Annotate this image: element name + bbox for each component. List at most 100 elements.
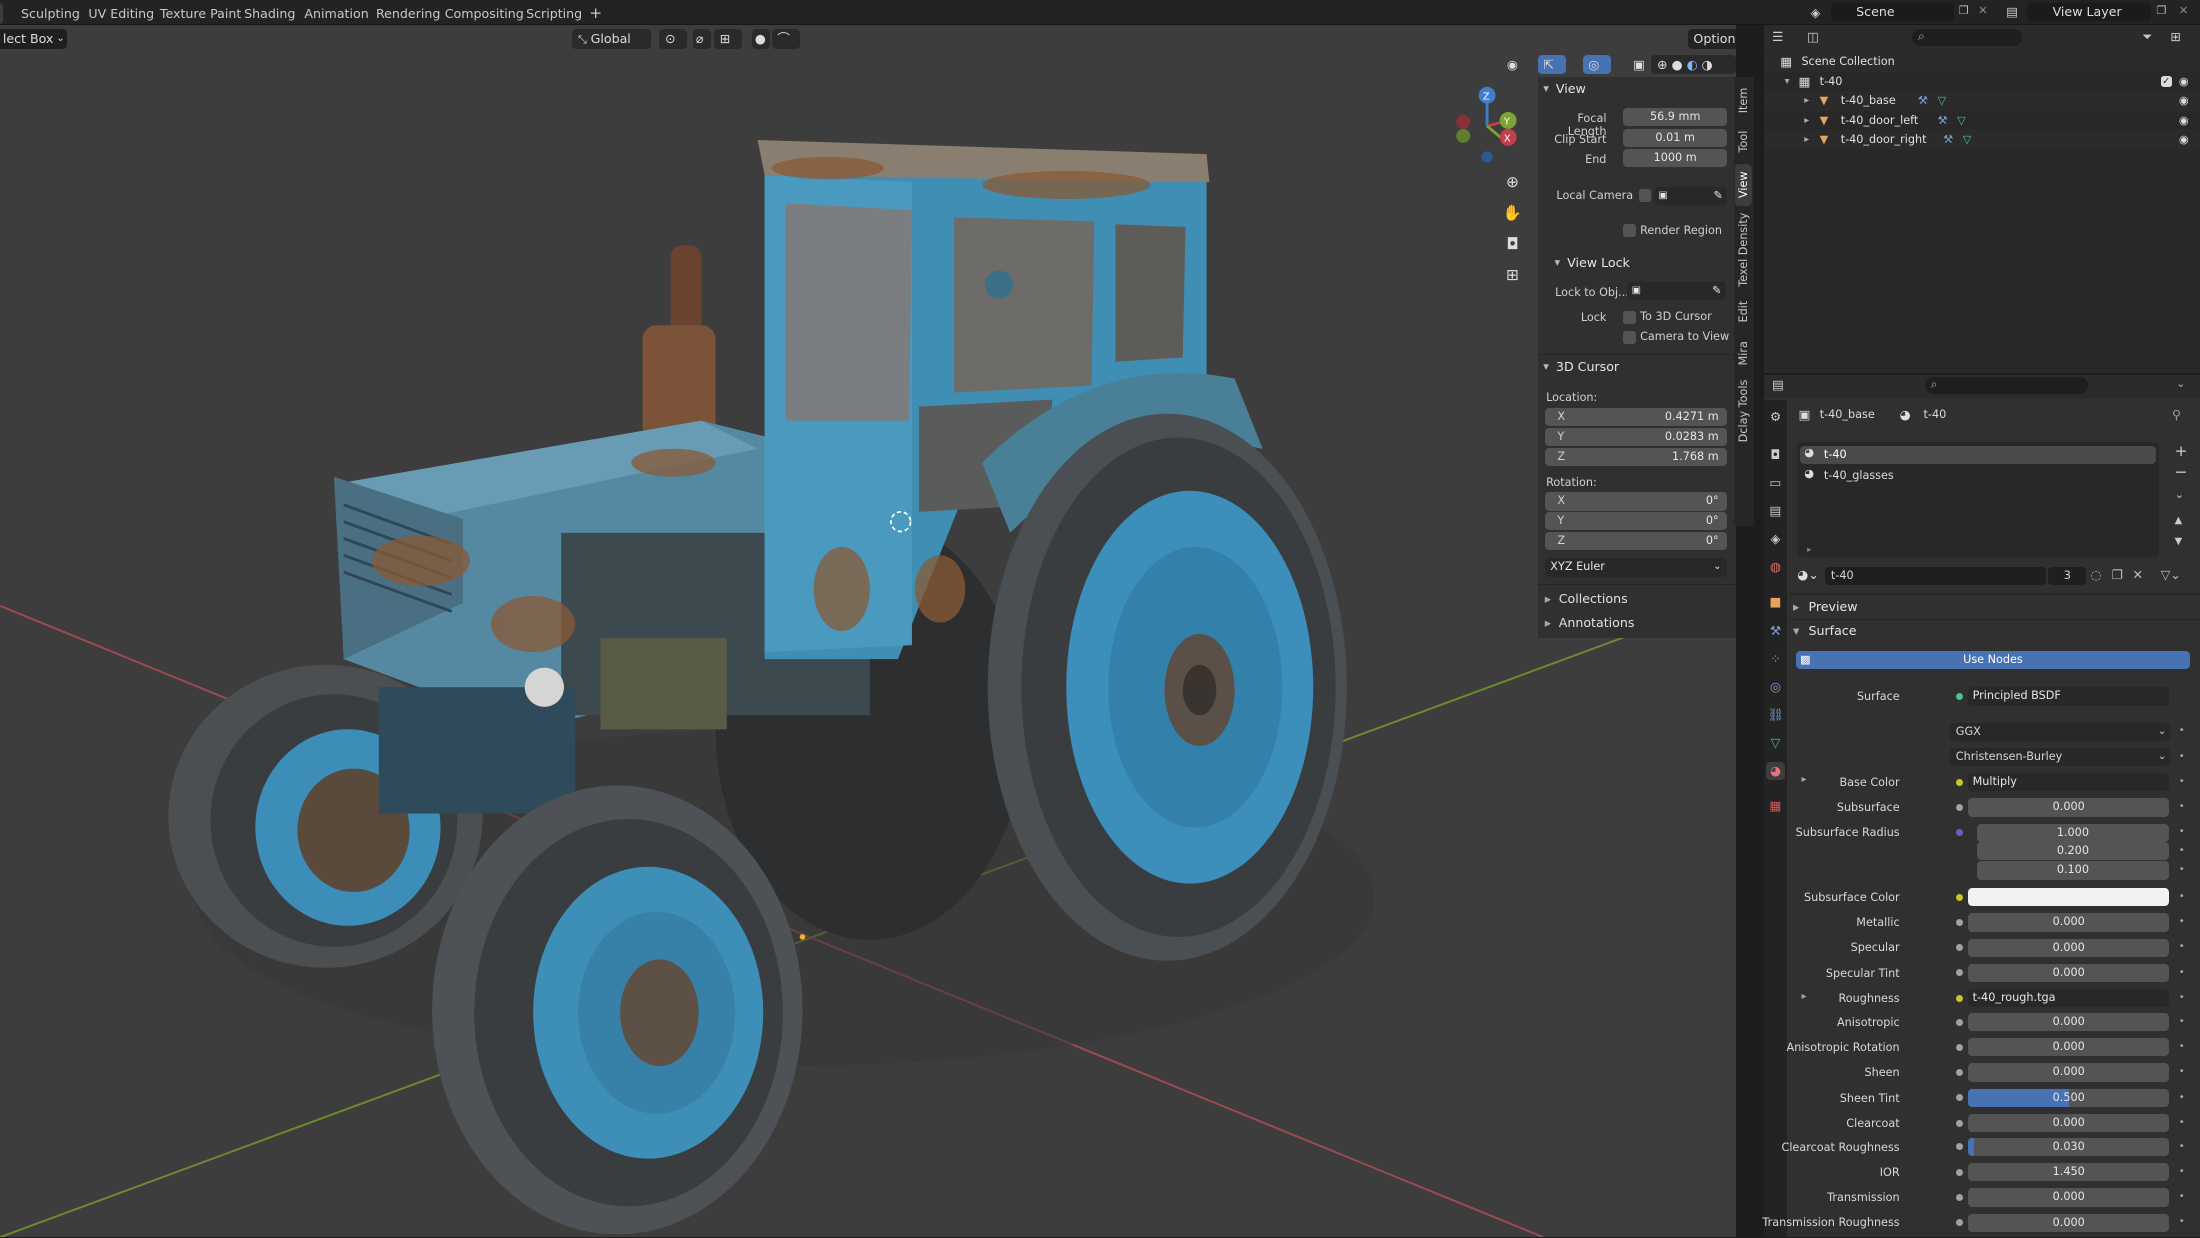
input-socket-icon[interactable] (1955, 1219, 1963, 1227)
tool-tab-icon[interactable]: ⚙ (1766, 408, 1784, 426)
eye-icon[interactable]: ◉ (2179, 72, 2189, 92)
material-slot[interactable]: ◕ t-40_glasses (1800, 467, 2156, 485)
cursor-rot-z-field[interactable]: Z 0° (1544, 531, 1728, 550)
modifier-wrench-icon[interactable]: ⚒ (1943, 130, 1953, 150)
camera-view-icon[interactable]: ◘ (1500, 231, 1525, 256)
input-value-field[interactable]: 0.200 (1976, 841, 2170, 861)
proportional-edit-icon[interactable]: ● (752, 29, 771, 50)
falloff-icon[interactable]: ⌒ (771, 29, 800, 50)
rotation-mode-dropdown[interactable]: XYZ Euler ⌄ (1544, 558, 1728, 577)
input-value-field[interactable]: 0.100 (1976, 861, 2170, 880)
cursor-x-field[interactable]: X 0.4271 m (1544, 408, 1728, 427)
tab-item[interactable]: Item (1735, 81, 1752, 120)
outliner-row-object[interactable]: ▸ ▼ t-40_base ⚒ ▽ ◉ (1763, 91, 2200, 111)
surface-shader-field[interactable]: Principled BSDF (1968, 687, 2170, 706)
input-value-field[interactable]: 0.000 (1968, 938, 2170, 957)
view-object-types-icon[interactable]: ◉ (1501, 55, 1529, 75)
new-collection-icon[interactable]: ⊞ (2170, 29, 2181, 44)
tab-mira[interactable]: Mira (1735, 335, 1752, 371)
overlay-toggle-icon[interactable]: ◎ (1582, 54, 1611, 75)
subsurface-color-swatch[interactable] (1968, 888, 2170, 907)
render-tab-icon[interactable]: ◘ (1766, 446, 1784, 464)
annotations-panel-header[interactable]: Annotations (1540, 615, 1635, 630)
local-camera-field[interactable]: ▣ ✎ (1654, 186, 1728, 205)
keyframe-dot[interactable]: • (2179, 1191, 2185, 1202)
scene-icon[interactable]: ◈ (1807, 4, 1824, 21)
mesh-data-icon[interactable]: ▽ (1957, 111, 1966, 131)
duplicate-material-icon[interactable]: ❐ (2112, 567, 2123, 582)
eyedropper-icon[interactable]: ✎ (1713, 187, 1722, 205)
remove-slot-icon[interactable]: − (2175, 463, 2188, 481)
cursor-z-field[interactable]: Z 1.768 m (1544, 447, 1728, 466)
input-value-field[interactable]: 0.000 (1968, 963, 2170, 983)
material-name-field[interactable]: t-40 (1825, 566, 2046, 586)
snap-toggle-icon[interactable]: ⌀ (693, 29, 712, 50)
tab-edit[interactable]: Edit (1735, 293, 1752, 329)
mesh-data-icon[interactable]: ▽ (1963, 130, 1972, 150)
editor-type-icon[interactable]: ☰ (1772, 29, 1783, 44)
texture-tab-icon[interactable]: ▦ (1766, 797, 1784, 815)
input-value-field[interactable]: 0.000 (1968, 1063, 2170, 1082)
input-value-field[interactable]: 0.000 (1968, 1188, 2170, 1207)
browse-material-icon[interactable]: ◕⌄ (1797, 567, 1819, 585)
output-tab-icon[interactable]: ▭ (1766, 474, 1784, 492)
view-lock-header[interactable]: View Lock (1549, 251, 1731, 275)
3d-viewport[interactable]: lect Box⌄ ⤡ Global ⊙ ⊞ ⌀ ● ⌒ Options ◉ ⇱… (0, 25, 1736, 1238)
keyframe-dot[interactable]: • (2179, 1066, 2185, 1077)
surface-panel-header[interactable]: ▾ Surface (1793, 623, 1856, 638)
input-socket-icon[interactable] (1955, 1018, 1963, 1026)
keyframe-dot[interactable]: • (2179, 845, 2185, 856)
mesh-data-icon[interactable]: ▽ (1938, 91, 1947, 111)
distribution-dropdown[interactable]: GGX ⌄ (1950, 722, 2171, 741)
view-layer-delete-icon[interactable]: ✕ (2179, 4, 2188, 17)
eye-icon[interactable]: ◉ (2179, 111, 2189, 131)
keyframe-dot[interactable]: • (2179, 725, 2185, 736)
input-socket-icon[interactable] (1955, 918, 1963, 926)
scene-delete-icon[interactable]: ✕ (1978, 4, 1987, 17)
input-value-field[interactable]: 1.450 (1968, 1163, 2170, 1182)
area-divider[interactable] (1753, 25, 1764, 1238)
keyframe-dot[interactable]: • (2179, 751, 2185, 762)
input-socket-icon[interactable] (1955, 1193, 1963, 1201)
keyframe-dot[interactable]: • (2179, 1092, 2185, 1103)
tab-compositing[interactable]: Compositing (438, 3, 531, 24)
view-layer-tab-icon[interactable]: ▤ (1766, 502, 1784, 520)
shading-mode-buttons[interactable]: ⊕ ● ◐ ◑ (1651, 54, 1736, 75)
material-users-count[interactable]: 3 (2048, 566, 2087, 586)
keyframe-dot[interactable]: • (2179, 1141, 2185, 1152)
world-tab-icon[interactable]: ◍ (1766, 558, 1784, 576)
pivot-icon[interactable]: ⊙ (659, 29, 688, 50)
keyframe-dot[interactable]: • (2179, 1117, 2185, 1128)
data-tab-icon[interactable]: ▽ (1766, 734, 1784, 752)
render-region-checkbox[interactable] (1623, 224, 1636, 238)
scene-copy-icon[interactable]: ❐ (1959, 4, 1969, 17)
pan-hand-icon[interactable]: ✋ (1500, 201, 1525, 226)
unlink-material-icon[interactable]: ✕ (2133, 567, 2144, 582)
input-value-field[interactable]: 0.500 (1968, 1088, 2170, 1107)
expand-arrow-icon[interactable]: ▸ (1801, 774, 1806, 785)
to-3d-cursor-checkbox[interactable] (1623, 311, 1636, 325)
cursor-rot-x-field[interactable]: X 0° (1544, 492, 1728, 511)
move-up-icon[interactable]: ▲ (2175, 515, 2183, 526)
editor-type-icon[interactable]: ▤ (1772, 377, 1784, 392)
tab-tool[interactable]: Tool (1735, 123, 1752, 159)
input-value-field[interactable]: 0.000 (1968, 913, 2170, 932)
input-socket-icon[interactable] (1955, 994, 1963, 1002)
gizmo-toggle-icon[interactable]: ⇱ (1537, 54, 1566, 75)
tab-uv-editing[interactable]: UV Editing (81, 3, 161, 24)
subsurface-method-dropdown[interactable]: Christensen-Burley ⌄ (1950, 747, 2171, 767)
input-socket-icon[interactable] (1955, 1119, 1963, 1127)
eye-icon[interactable]: ◉ (2179, 91, 2189, 111)
rendered-icon[interactable]: ◑ (1702, 57, 1713, 72)
input-socket-icon[interactable] (1955, 829, 1963, 837)
slot-specials-icon[interactable]: ⌄ (2175, 488, 2184, 501)
input-value-field[interactable]: 0.000 (1968, 1113, 2170, 1133)
keyframe-dot[interactable]: • (2179, 776, 2185, 787)
view-layer-field[interactable]: View Layer (2027, 2, 2151, 22)
expand-arrow-icon[interactable]: ▾ (1785, 72, 1790, 92)
move-down-icon[interactable]: ▼ (2175, 536, 2183, 547)
material-preview-icon[interactable]: ◐ (1687, 57, 1698, 72)
clip-end-field[interactable]: 1000 m (1623, 148, 1728, 167)
orientation-dropdown[interactable]: ⤡ Global (572, 29, 651, 50)
input-socket-icon[interactable] (1955, 1168, 1963, 1176)
